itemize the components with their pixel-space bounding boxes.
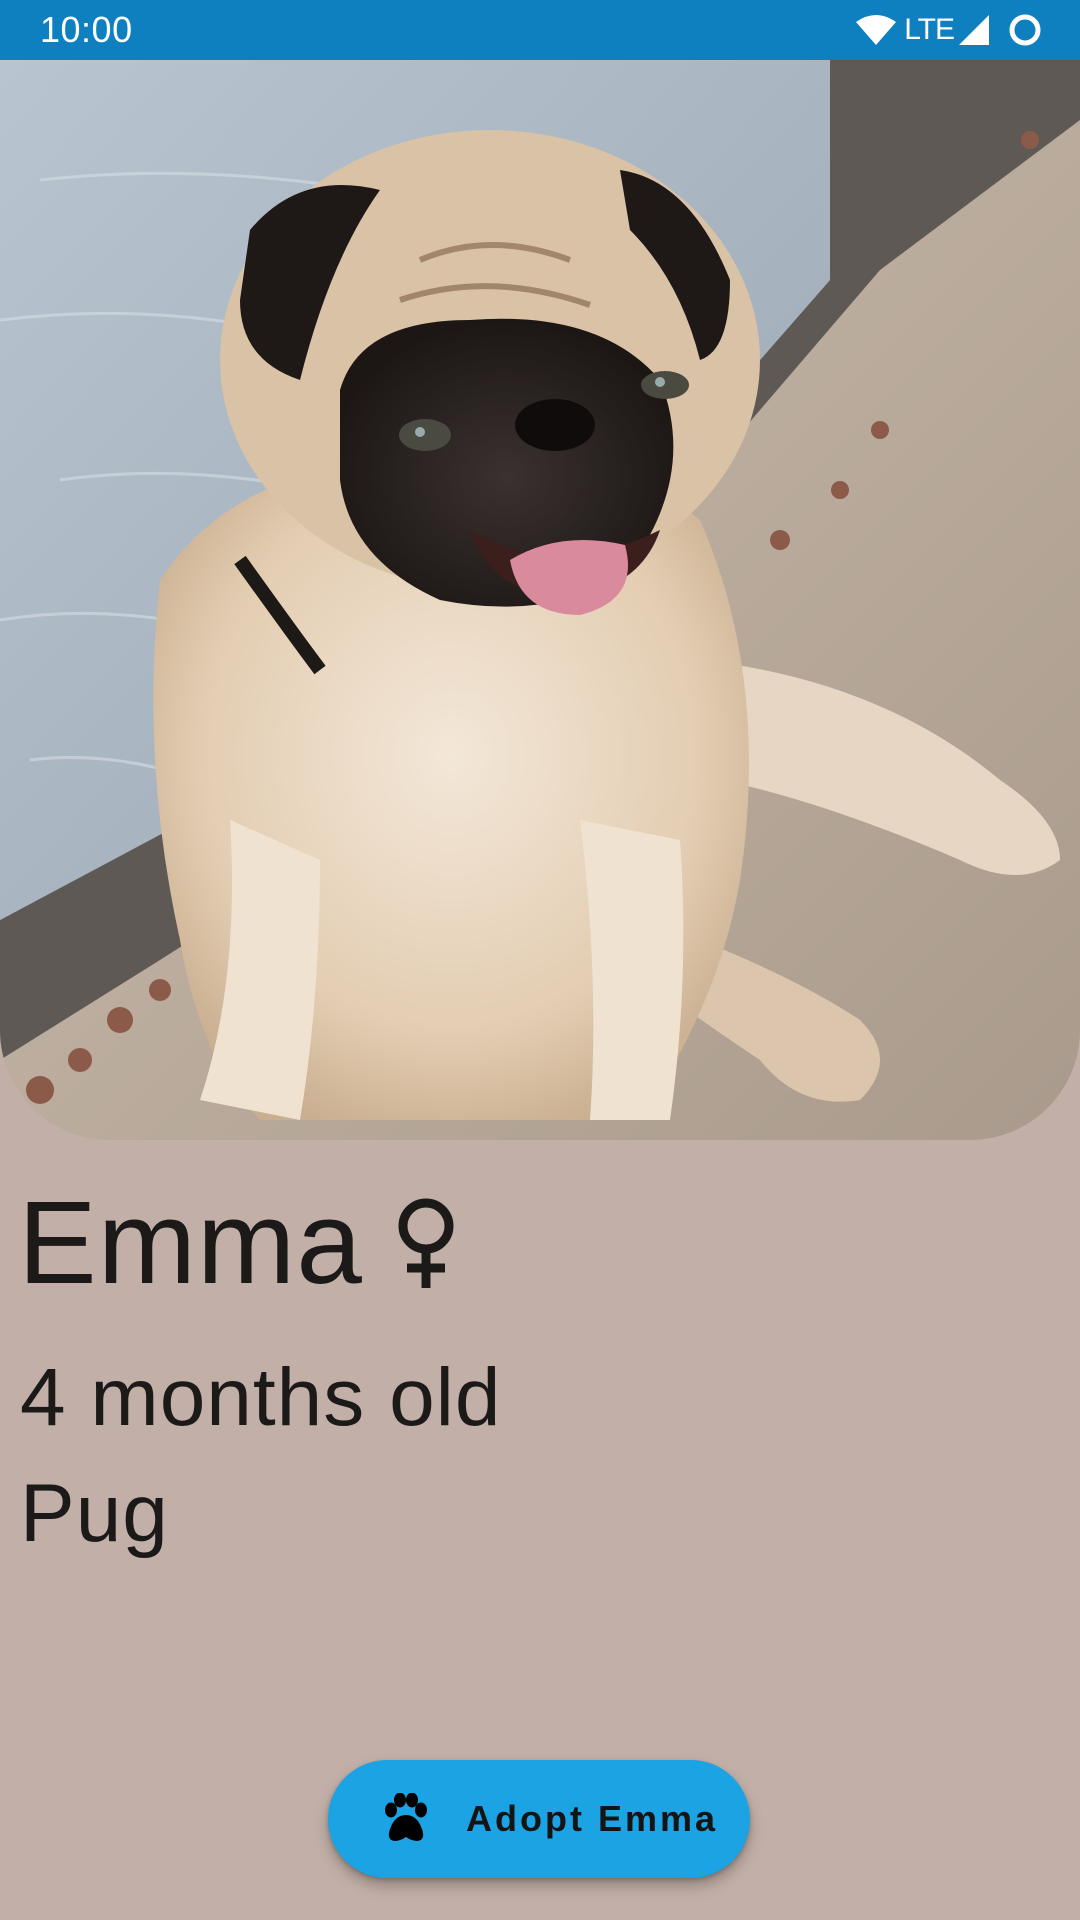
paw-icon [328,1793,432,1845]
cellular-signal-icon [958,14,990,46]
status-bar: 10:00 LTE [0,0,1080,60]
network-type-label: LTE [904,13,955,46]
pet-name: Emma [18,1177,363,1309]
pug-photo [0,60,1080,1140]
wifi-icon [856,14,897,46]
pet-age: 4 months old [20,1352,502,1443]
pet-photo [0,60,1080,1140]
battery-ring-icon [1008,13,1042,47]
status-time: 10:00 [40,9,133,50]
female-icon [363,1196,459,1290]
adopt-button[interactable]: Adopt Emma [328,1760,750,1878]
pet-breed: Pug [20,1468,169,1559]
pet-name-row: Emma [18,1178,459,1308]
adopt-button-label: Adopt Emma [466,1798,719,1839]
status-icons: LTE [856,12,1042,48]
